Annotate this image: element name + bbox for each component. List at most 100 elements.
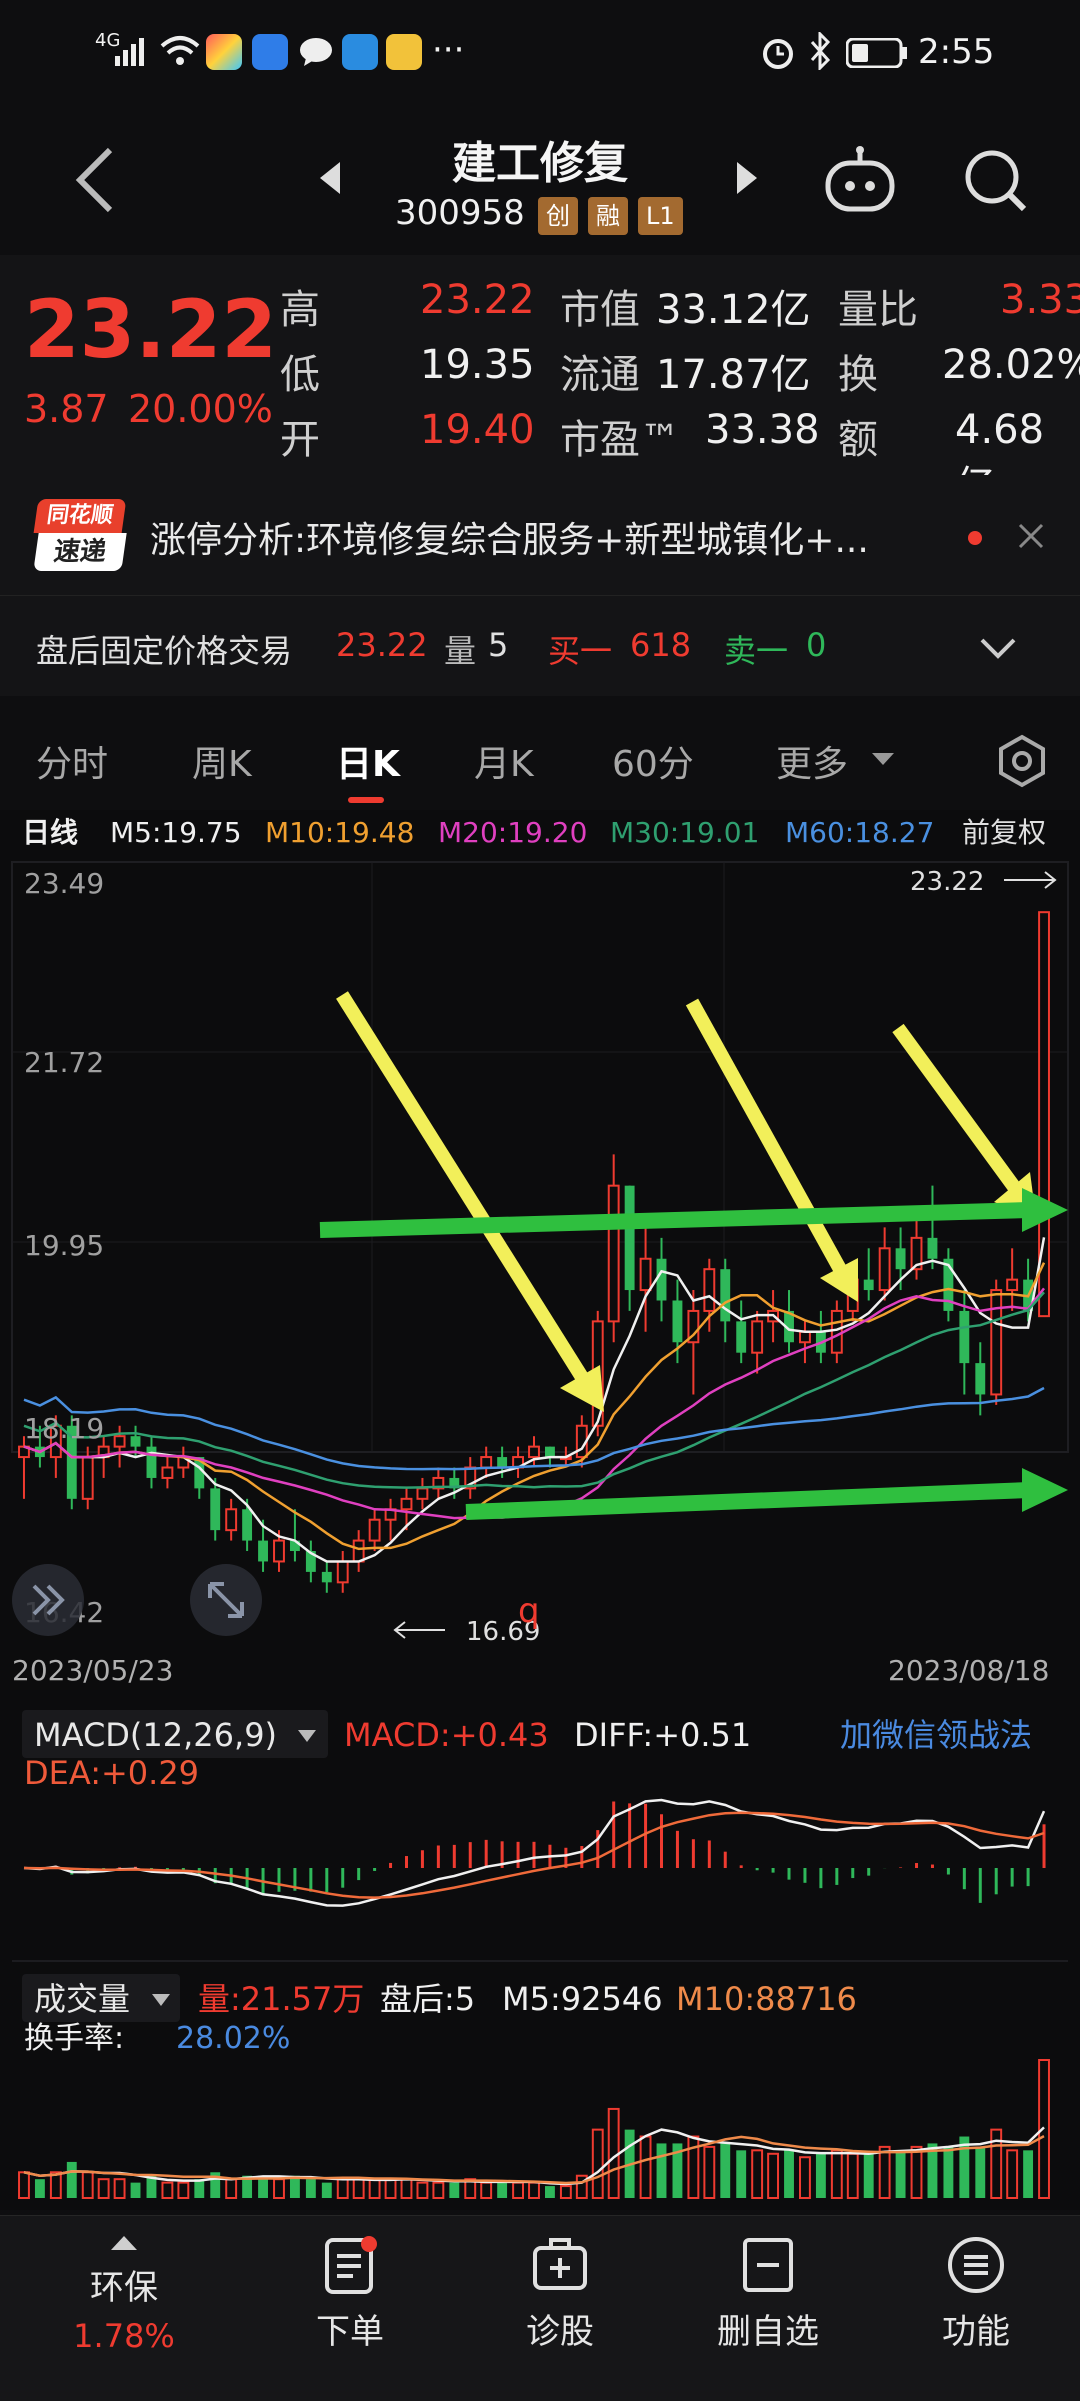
low-value: 19.35 <box>420 342 535 388</box>
volume-value: 量:21.57万 <box>198 1980 364 2018</box>
vol-m5: M5:92546 <box>502 1980 663 2018</box>
volume-bar <box>736 2150 747 2198</box>
more-dropdown-icon[interactable] <box>870 751 896 769</box>
volume-bar <box>81 2171 94 2200</box>
candle-body <box>878 1247 891 1292</box>
tab-daily[interactable]: 日K <box>336 735 400 787</box>
candle-body <box>242 1509 253 1541</box>
period-label: 日线 <box>22 816 78 849</box>
candle-body <box>830 1309 843 1354</box>
green-arrow-bottom <box>465 1482 1031 1520</box>
candle-body <box>1006 1278 1019 1292</box>
candle-body <box>639 1257 652 1292</box>
tab-monthly[interactable]: 月K <box>474 735 534 787</box>
ma5-label: M5:19.75 <box>110 816 242 849</box>
macd-ad-link[interactable]: 加微信领战法 <box>840 1716 1032 1754</box>
volume-bar <box>656 2143 667 2198</box>
status-bar: 4G ··· 2:55 <box>0 0 1080 105</box>
tab-more[interactable]: 更多 <box>776 735 848 787</box>
volume-bar <box>449 2182 460 2198</box>
candle-body <box>544 1446 555 1458</box>
stock-name: 建工修复 <box>452 138 628 189</box>
game-app-icon <box>386 34 422 70</box>
tab-60min[interactable]: 60分 <box>612 735 694 787</box>
diagnose-button[interactable]: 诊股 <box>460 2234 660 2353</box>
price-change: 3.87 <box>24 387 109 431</box>
volume-bar <box>480 2181 493 2200</box>
volume-bar <box>177 2181 190 2200</box>
pe-label: 市盈™ <box>560 417 680 463</box>
news-headline[interactable]: 涨停分析:环境修复综合服务+新型城镇化+... <box>150 511 869 563</box>
high-label: 高 <box>280 287 320 333</box>
macd-selector-label: MACD(12,26,9) <box>34 1716 277 1754</box>
functions-button[interactable]: 功能 <box>876 2234 1076 2353</box>
remove-watchlist-button[interactable]: 删自选 <box>668 2234 868 2353</box>
after-hours-vol: 5 <box>488 626 509 664</box>
sell1-label: 卖一 <box>724 632 789 670</box>
kline-chart-area[interactable]: 日线 M5:19.75 M10:19.48 M20:19.20 M30:19.0… <box>0 810 1080 2210</box>
volume-bar <box>400 2178 413 2199</box>
volume-bar <box>767 2152 780 2199</box>
clock: 2:55 <box>918 32 995 72</box>
panel-divider <box>12 1698 1068 1708</box>
macd-value: MACD:+0.43 <box>344 1716 549 1754</box>
next-stock-icon[interactable] <box>735 160 759 196</box>
macd-layer <box>23 1798 1046 1907</box>
chevron-down-icon[interactable] <box>978 636 1018 660</box>
candle-body <box>258 1540 268 1562</box>
mcap-value: 33.12亿 <box>656 287 811 333</box>
volume-bar <box>975 2146 986 2198</box>
volume-bar <box>910 2145 923 2200</box>
candle-body <box>161 1466 174 1479</box>
order-label: 下单 <box>316 2312 384 2352</box>
volume-bar <box>559 2185 572 2199</box>
robot-assistant-icon[interactable] <box>822 145 898 215</box>
message-icon <box>300 38 332 66</box>
volume-bar <box>432 2181 445 2200</box>
volume-divider <box>12 1960 1068 1962</box>
candle-body <box>799 1330 811 1344</box>
kline-chart-svg[interactable]: 日线 M5:19.75 M10:19.48 M20:19.20 M30:19.0… <box>0 810 1080 2210</box>
y-tick-2: 21.72 <box>24 1046 104 1079</box>
adjust-label[interactable]: 前复权 <box>962 816 1046 849</box>
close-icon[interactable] <box>1016 521 1046 551</box>
volume-bar <box>703 2145 716 2200</box>
candle-body <box>146 1446 157 1478</box>
after-hours-trading[interactable]: 盘后固定价格交易 23.22 量 5 买一 618 卖一 0 <box>0 595 1080 696</box>
tag-rong: 融 <box>588 197 628 235</box>
price-change-pct: 20.00% <box>128 387 273 431</box>
volume-bar <box>878 2145 891 2200</box>
candle-body <box>321 1571 332 1583</box>
chart-settings-icon[interactable] <box>994 733 1050 789</box>
candle-body <box>927 1237 938 1259</box>
candle-body <box>81 1456 94 1500</box>
volume-bar <box>497 2182 508 2198</box>
volume-bar <box>18 2171 30 2200</box>
sector-button[interactable]: 环保 1.78% <box>24 2234 224 2355</box>
date-end: 2023/08/18 <box>888 1654 1049 1687</box>
order-button[interactable]: 下单 <box>250 2234 450 2353</box>
after-hours-label: 盘后固定价格交易 <box>36 632 293 670</box>
quote-panel: 23.22 3.87 20.00% 高 23.22 低 19.35 开 19.4… <box>0 255 1080 509</box>
tab-weekly[interactable]: 周K <box>192 735 252 787</box>
max-arrow-icon <box>1004 871 1057 889</box>
news-strip[interactable]: 同花顺 速递 涨停分析:环境修复综合服务+新型城镇化+... <box>0 475 1080 595</box>
high-value: 23.22 <box>420 277 535 323</box>
candle-body <box>400 1497 413 1511</box>
active-tab-indicator <box>348 797 384 803</box>
amt-label: 额 <box>838 417 878 463</box>
candle-body <box>416 1487 429 1500</box>
volume-bar <box>130 2182 141 2198</box>
diagnose-label: 诊股 <box>526 2312 594 2352</box>
tab-intraday[interactable]: 分时 <box>36 735 108 787</box>
search-icon[interactable] <box>962 147 1028 213</box>
volume-bar <box>639 2135 652 2199</box>
candle-body <box>959 1310 970 1364</box>
more-notifications-icon: ··· <box>432 30 465 70</box>
pe-value: 33.38 <box>705 407 820 453</box>
volume-bar <box>863 2153 874 2198</box>
candle-body <box>607 1184 620 1323</box>
volume-bar <box>943 2146 954 2198</box>
yellow-arrow-1 <box>336 991 596 1394</box>
cloud-app-icon <box>252 34 288 70</box>
